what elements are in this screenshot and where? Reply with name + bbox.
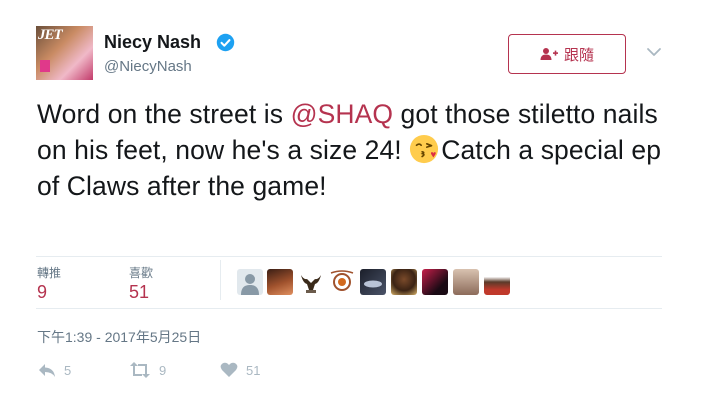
round-logo-icon [330,270,354,291]
tweet-timestamp[interactable]: 下午1:39 - 2017年5月25日 [37,327,201,347]
display-name[interactable]: Niecy Nash [104,32,201,53]
liker-avatar-5[interactable] [360,269,386,295]
like-button[interactable]: 51 [220,361,260,379]
liker-avatar-8[interactable] [453,269,479,295]
kiss-face-emoji-icon [410,134,439,164]
avatar-magazine-title: JET [38,27,63,43]
like-count: 51 [246,362,261,378]
car-photo-icon [364,280,382,288]
liker-avatar-9[interactable] [484,269,510,295]
tweet-text-part1: Word on the street is [37,99,291,129]
divider-top [36,256,662,257]
tweet-text: Word on the street is @SHAQ got those st… [37,96,677,204]
add-person-icon [540,48,558,60]
reply-button[interactable]: 5 [38,361,71,379]
reply-count: 5 [64,362,72,378]
mention-link[interactable]: @SHAQ [291,99,394,129]
verified-badge-icon [216,33,235,52]
chevron-down-icon[interactable] [646,44,662,60]
retweets-count[interactable]: 9 [37,282,47,303]
likes-count[interactable]: 51 [129,282,149,303]
liker-avatar-1[interactable] [237,269,263,295]
divider-middle [36,308,662,309]
retweet-button[interactable]: 9 [129,361,166,379]
retweet-icon [130,362,150,378]
avatar-decoration [40,60,50,72]
likes-label[interactable]: 喜歡 [129,264,153,281]
default-user-icon [241,274,259,295]
liker-avatar-3[interactable] [298,269,324,295]
liker-avatar-4[interactable] [329,269,355,295]
retweets-label[interactable]: 轉推 [37,264,61,281]
follow-button[interactable]: 跟隨 [508,34,626,74]
liker-avatar-7[interactable] [422,269,448,295]
user-avatar[interactable]: JET [36,26,93,80]
heart-icon [220,362,238,377]
stats-separator [220,260,221,300]
liker-avatar-2[interactable] [267,269,293,295]
follow-button-label: 跟隨 [563,46,594,64]
retweet-count: 9 [159,362,167,378]
liker-avatar-6[interactable] [391,269,417,295]
user-handle[interactable]: @NiecyNash [104,58,192,75]
bull-logo-icon [301,275,321,293]
reply-icon [39,364,55,377]
